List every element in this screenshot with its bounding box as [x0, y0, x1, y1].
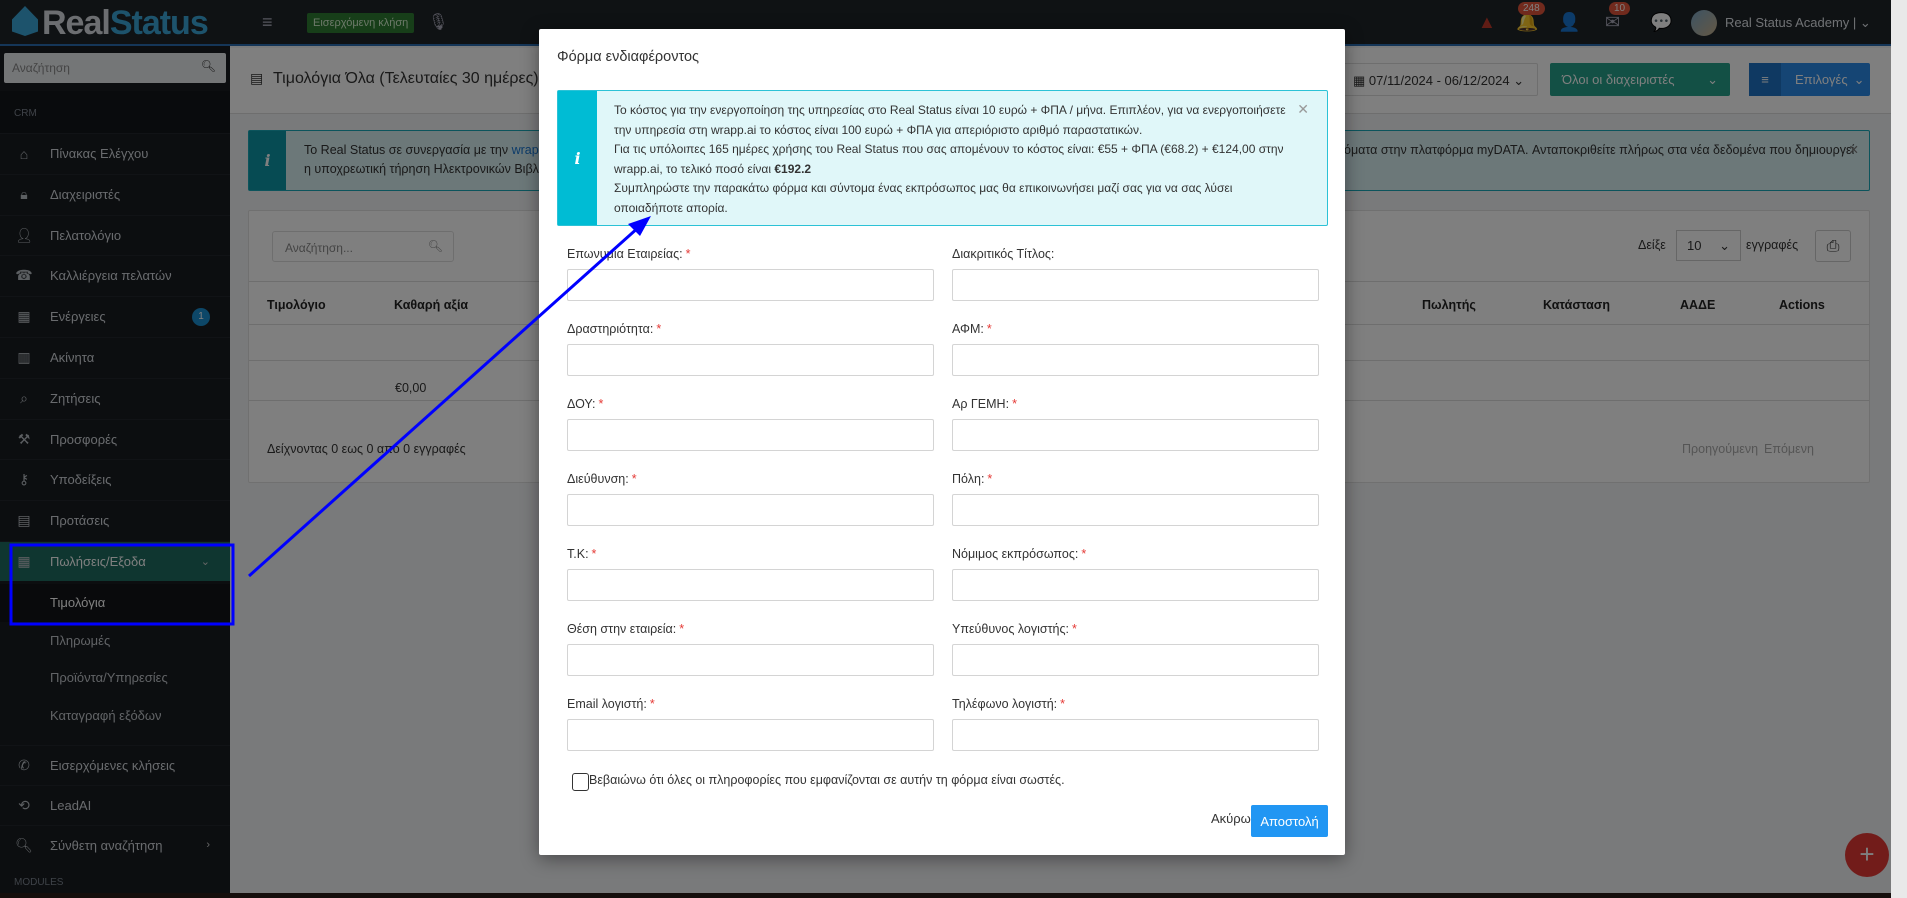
form-field-0[interactable] — [567, 269, 934, 301]
close-icon[interactable]: ✕ — [1297, 101, 1309, 118]
field-label: Email λογιστή: * — [567, 697, 655, 711]
field-label: Θέση στην εταιρεία: * — [567, 622, 685, 636]
field-label: Δραστηριότητα: * — [567, 322, 662, 336]
field-label: Πόλη: * — [952, 472, 993, 486]
confirm-checkbox[interactable] — [572, 773, 589, 791]
required-marker: * — [631, 472, 637, 486]
form-field-9[interactable] — [952, 569, 1319, 601]
required-marker: * — [679, 622, 685, 636]
form-field-1[interactable] — [952, 269, 1319, 301]
interest-form-modal: Φόρμα ενδιαφέροντος i Το κόστος για την … — [539, 29, 1345, 855]
info-line-instructions: Συμπληρώστε την παρακάτω φόρμα και σύντο… — [614, 181, 1233, 215]
form-field-5[interactable] — [952, 419, 1319, 451]
required-marker: * — [591, 547, 597, 561]
required-marker: * — [656, 322, 662, 336]
field-label: Τηλέφωνο λογιστή: * — [952, 697, 1066, 711]
required-marker: * — [649, 697, 655, 711]
field-label: Τ.Κ: * — [567, 547, 597, 561]
field-label: Διακριτικός Τίτλος: — [952, 247, 1055, 261]
form-field-8[interactable] — [567, 569, 934, 601]
modal-info-alert: i Το κόστος για την ενεργοποίηση της υπη… — [557, 90, 1328, 226]
info-line-remaining: Για τις υπόλοιπες 165 ημέρες χρήσης του … — [614, 142, 1284, 176]
form-field-6[interactable] — [567, 494, 934, 526]
required-marker: * — [986, 322, 992, 336]
info-total: €192.2 — [774, 161, 812, 176]
field-label: Υπεύθυνος λογιστής: * — [952, 622, 1077, 636]
form-field-2[interactable] — [567, 344, 934, 376]
modal-title: Φόρμα ενδιαφέροντος — [557, 49, 700, 65]
required-marker: * — [1072, 622, 1077, 636]
field-label: Διεύθυνση: * — [567, 472, 637, 486]
form-field-12[interactable] — [567, 719, 934, 751]
field-label: Νόμιμος εκπρόσωπος: * — [952, 547, 1087, 561]
form-field-7[interactable] — [952, 494, 1319, 526]
form-field-11[interactable] — [952, 644, 1319, 676]
info-text: Το κόστος για την ενεργοποίηση της υπηρε… — [614, 101, 1294, 218]
required-marker: * — [1012, 397, 1017, 411]
form-field-13[interactable] — [952, 719, 1319, 751]
info-icon: i — [558, 91, 597, 225]
field-label: Επωνυμία Εταιρείας: * — [567, 247, 691, 261]
form-field-10[interactable] — [567, 644, 934, 676]
required-marker: * — [1060, 697, 1066, 711]
window-edge — [1891, 0, 1907, 898]
field-label: ΔΟΥ: * — [567, 397, 604, 411]
form-field-4[interactable] — [567, 419, 934, 451]
field-label: ΑΦΜ: * — [952, 322, 992, 336]
required-marker: * — [685, 247, 691, 261]
required-marker: * — [987, 472, 993, 486]
submit-button[interactable]: Αποστολή — [1251, 805, 1328, 837]
required-marker: * — [598, 397, 604, 411]
field-label: Αρ ΓΕΜΗ: * — [952, 397, 1017, 411]
confirm-label[interactable]: Βεβαιώνω ότι όλες οι πληροφορίες που εμφ… — [589, 773, 1065, 787]
required-marker: * — [1081, 547, 1087, 561]
info-line-cost: Το κόστος για την ενεργοποίηση της υπηρε… — [614, 103, 1286, 137]
form-field-3[interactable] — [952, 344, 1319, 376]
